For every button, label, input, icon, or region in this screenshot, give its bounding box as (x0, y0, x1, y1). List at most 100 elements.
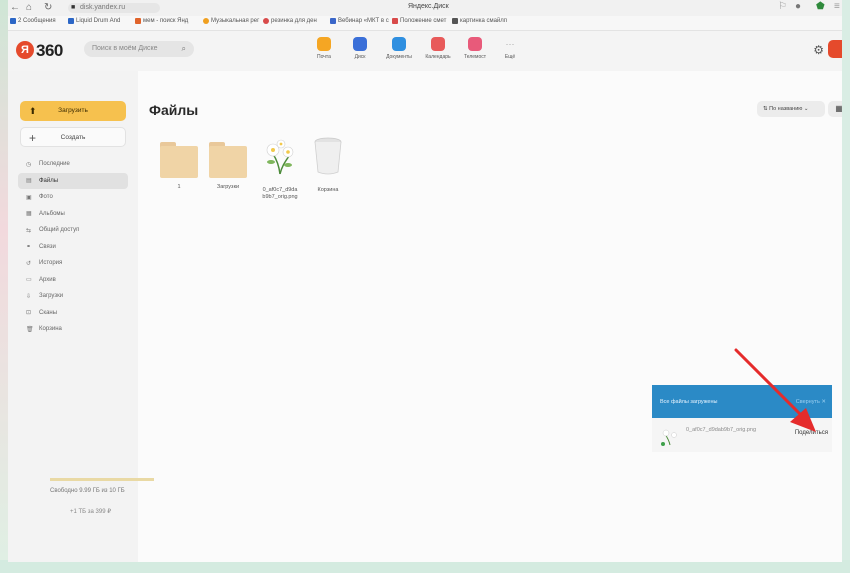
bookmark-item[interactable]: Liquid Drum And (68, 18, 120, 24)
sidebar-item-albums[interactable]: ▦ Альбомы (18, 206, 128, 223)
scans-icon: ⊡ (26, 310, 32, 317)
links-icon: ⚭ (26, 244, 32, 251)
bookmark-item[interactable]: Положение смет (392, 18, 446, 24)
more-icon: ⋯ (505, 39, 515, 49)
address-text: disk.yandex.ru (80, 4, 126, 11)
bookmark-item[interactable]: картинка смайлп (452, 18, 507, 24)
yandex-logo-icon[interactable]: Я (16, 41, 34, 59)
archive-icon: ▭ (26, 277, 32, 284)
bookmark-item[interactable]: резинка для ден (263, 18, 317, 24)
albums-icon: ▦ (26, 211, 32, 218)
sidebar-nav: ◷ Последние ▤ Файлы ▣ Фото ▦ Альбомы ⇆ Общий … (18, 156, 128, 338)
photo-icon: ▣ (26, 194, 32, 201)
service-label: Телемост (463, 54, 487, 60)
folder-icon (160, 142, 198, 178)
service-disk[interactable]: Диск (342, 37, 378, 60)
bookmark-item[interactable]: 2 Сообщения (10, 18, 56, 24)
sidebar-item-downloads[interactable]: ⇩ Загрузки (18, 288, 128, 305)
bookmark-icon (392, 18, 398, 24)
service-label: Календарь (425, 54, 451, 60)
mail-icon (317, 37, 331, 51)
upload-panel-title: Все файлы загружены (660, 399, 718, 405)
menu-icon[interactable]: ≡ (834, 1, 840, 12)
buy-storage-link[interactable]: +1 ТБ за 399 ₽ (70, 508, 111, 515)
files-icon: ▤ (26, 178, 32, 185)
app-header: Я 360 Поиск в моём Диске ⌕ Почта Диск До… (8, 31, 842, 71)
address-bar[interactable]: ■ disk.yandex.ru (68, 3, 160, 13)
service-calendar[interactable]: Календарь (420, 37, 456, 60)
bookmark-icon (452, 18, 458, 24)
file-item-folder[interactable]: 1 (156, 134, 202, 191)
sidebar-item-files[interactable]: ▤ Файлы (18, 172, 128, 189)
trash-bin-icon (314, 137, 342, 175)
file-name: 0_af0c7_d9da b9b7_orig.png (262, 187, 298, 200)
lock-icon: ■ (71, 4, 76, 11)
back-icon[interactable]: ← (10, 2, 20, 13)
shield-icon[interactable]: ⬟ (816, 1, 825, 12)
plus-icon: + (29, 131, 37, 145)
folder-icon (209, 142, 247, 178)
bookmark-icon (68, 18, 74, 24)
file-item-image[interactable]: 0_af0c7_d9da b9b7_orig.png (257, 134, 303, 201)
service-label: Почта (317, 54, 331, 60)
profile-icon[interactable]: ● (795, 1, 801, 12)
bookmark-icon (203, 18, 209, 24)
sidebar-item-history[interactable]: ↺ История (18, 255, 128, 272)
history-icon: ↺ (26, 260, 32, 267)
sidebar-item-links[interactable]: ⚭ Связи (18, 239, 128, 256)
extension-icon[interactable]: ⚐ (778, 1, 787, 12)
file-item-folder[interactable]: Загрузки (205, 134, 251, 191)
storage-quota-bar (50, 478, 154, 481)
sidebar-item-scans[interactable]: ⊡ Сканы (18, 305, 128, 322)
service-more[interactable]: ⋯ Ещё (492, 37, 528, 60)
sidebar-item-photo[interactable]: ▣ Фото (18, 189, 128, 206)
image-thumbnail-icon (266, 139, 294, 175)
clock-icon: ◷ (26, 161, 32, 168)
logo-text[interactable]: 360 (36, 41, 63, 61)
reload-icon[interactable]: ↻ (44, 2, 52, 13)
upload-button[interactable]: ⬆ Загрузить (20, 101, 126, 121)
bookmark-icon (263, 18, 269, 24)
file-name: 1 (177, 184, 181, 190)
close-icon[interactable]: ✕ (821, 399, 826, 405)
view-mode-button[interactable]: ▦ (828, 101, 842, 117)
bookmark-icon (10, 18, 16, 24)
settings-gear-icon[interactable]: ⚙ (813, 43, 824, 57)
calendar-icon (431, 37, 445, 51)
search-placeholder: Поиск в моём Диске (92, 45, 158, 52)
bookmark-icon (330, 18, 336, 24)
create-label: Создать (60, 134, 86, 141)
service-mail[interactable]: Почта (306, 37, 342, 60)
sidebar-item-shared[interactable]: ⇆ Общий доступ (18, 222, 128, 239)
avatar[interactable] (828, 40, 842, 58)
browser-screen: ← ⌂ ↻ ■ disk.yandex.ru Яндекс.Диск ⚐ ● ⬟… (8, 0, 842, 562)
sort-dropdown[interactable]: ⇅ По названию ⌄ (757, 101, 825, 117)
service-telemost[interactable]: Телемост (457, 37, 493, 60)
create-button[interactable]: + Создать (20, 127, 126, 147)
chevron-down-icon: ⌄ (802, 106, 809, 112)
bookmark-item[interactable]: мем - поиск Янд (135, 18, 188, 24)
browser-toolbar: ← ⌂ ↻ ■ disk.yandex.ru Яндекс.Диск ⚐ ● ⬟… (8, 0, 842, 16)
downloads-icon: ⇩ (26, 293, 32, 300)
page-heading: Файлы (149, 102, 199, 118)
search-icon[interactable]: ⌕ (182, 41, 186, 57)
sort-label: По названию (769, 106, 803, 112)
documents-icon (392, 37, 406, 51)
bookmark-icon (135, 18, 141, 24)
sidebar-item-recent[interactable]: ◷ Последние (18, 156, 128, 173)
search-input[interactable]: Поиск в моём Диске ⌕ (84, 41, 194, 57)
trash-icon: 🗑 (26, 326, 34, 333)
grid-view-icon: ▦ (835, 104, 842, 113)
bookmark-item[interactable]: Музыкальная рег (203, 18, 259, 24)
footer-text (68, 534, 70, 540)
sidebar-item-archive[interactable]: ▭ Архив (18, 272, 128, 289)
bookmark-item[interactable]: Вебинар «МКТ в с (330, 18, 389, 24)
telemost-icon (468, 37, 482, 51)
service-documents[interactable]: Документы (381, 37, 417, 60)
service-label: Диск (354, 54, 366, 60)
file-name: Корзина (317, 187, 339, 193)
file-item-trash[interactable]: Корзина (305, 134, 351, 194)
sidebar-item-trash[interactable]: 🗑 Корзина (18, 321, 128, 338)
file-name: Загрузки (216, 184, 240, 190)
home-icon[interactable]: ⌂ (26, 2, 32, 13)
